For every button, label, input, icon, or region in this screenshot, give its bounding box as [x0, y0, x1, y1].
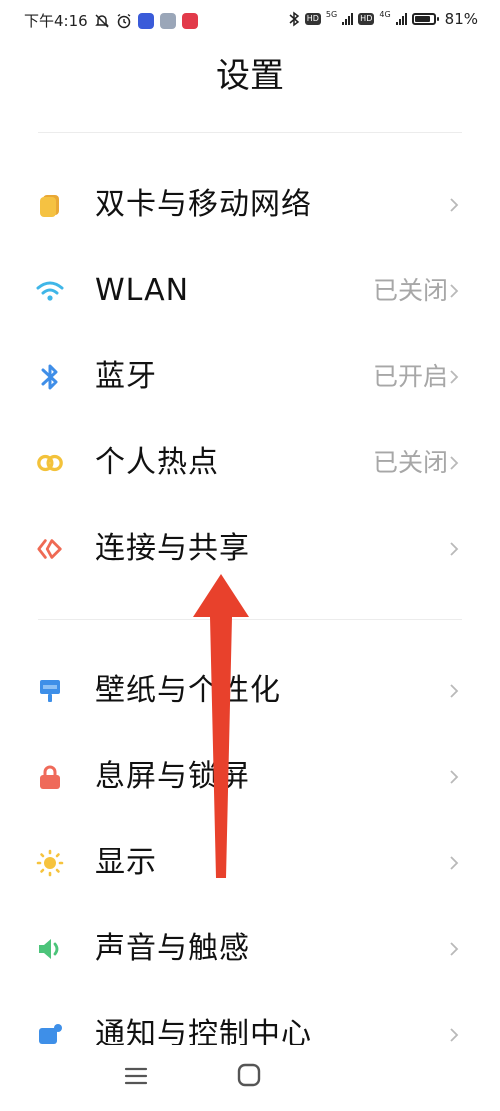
settings-item-dual-sim[interactable]: 双卡与移动网络	[0, 162, 500, 248]
settings-item-lock-screen[interactable]: 息屏与锁屏	[0, 734, 500, 820]
wallpaper-icon	[36, 677, 64, 705]
divider	[38, 619, 462, 620]
status-bar: 下午4:16 HD 5G HD 4G 81%	[0, 0, 500, 40]
status-time: 下午4:16	[24, 12, 88, 30]
bluetooth-icon	[36, 363, 64, 391]
chevron-right-icon	[450, 198, 459, 212]
chevron-right-icon	[450, 684, 459, 698]
settings-item-label: 壁纸与个性化	[95, 673, 281, 708]
settings-item-label: 个人热点	[95, 445, 219, 480]
wifi-icon	[36, 277, 64, 305]
chevron-right-icon	[450, 770, 459, 784]
battery-level	[414, 16, 430, 22]
app-notification-icon	[181, 12, 198, 29]
hd-badge: HD	[358, 13, 375, 25]
signal-icon	[395, 13, 407, 25]
chevron-right-icon	[450, 1028, 459, 1042]
chevron-right-icon	[450, 942, 459, 956]
settings-item-label: 双卡与移动网络	[95, 187, 312, 222]
chevron-right-icon	[450, 370, 459, 384]
divider	[38, 132, 462, 133]
network-type: 5G	[325, 10, 338, 19]
battery-percent: 81%	[444, 10, 478, 28]
settings-item-label: 显示	[95, 845, 157, 880]
page-title: 设置	[216, 56, 284, 96]
lock-icon	[36, 763, 64, 791]
chevron-right-icon	[450, 456, 459, 470]
alarm-icon	[117, 13, 131, 28]
chevron-right-icon	[450, 856, 459, 870]
hd-badge: HD	[304, 13, 321, 25]
settings-item-wlan[interactable]: WLAN 已关闭	[0, 248, 500, 334]
speaker-icon	[36, 935, 64, 963]
app-notification-icon	[159, 12, 176, 29]
settings-item-display[interactable]: 显示	[0, 820, 500, 906]
status-left: 下午4:16	[24, 10, 198, 31]
settings-item-value: 已开启	[372, 362, 448, 391]
settings-item-hotspot[interactable]: 个人热点 已关闭	[0, 420, 500, 506]
home-icon[interactable]	[236, 1062, 262, 1088]
share-icon	[36, 535, 64, 563]
settings-item-wallpaper[interactable]: 壁纸与个性化	[0, 648, 500, 734]
settings-item-label: WLAN	[95, 273, 190, 308]
status-right: HD 5G HD 4G 81%	[288, 10, 478, 28]
nav-bar	[0, 1045, 500, 1111]
settings-item-label: 息屏与锁屏	[95, 759, 250, 794]
mute-bell-icon	[94, 13, 109, 28]
menu-icon[interactable]	[123, 1063, 149, 1089]
hotspot-icon	[36, 449, 64, 477]
chevron-right-icon	[450, 284, 459, 298]
network-type: 4G	[379, 10, 391, 19]
chevron-right-icon	[450, 542, 459, 556]
settings-item-value: 已关闭	[372, 448, 448, 477]
sim-card-icon	[36, 191, 64, 219]
settings-item-bluetooth[interactable]: 蓝牙 已开启	[0, 334, 500, 420]
settings-item-connection-sharing[interactable]: 连接与共享	[0, 506, 500, 592]
settings-item-label: 连接与共享	[95, 531, 250, 566]
settings-item-label: 蓝牙	[95, 359, 157, 394]
settings-item-value: 已关闭	[372, 276, 448, 305]
signal-icon	[342, 13, 354, 25]
settings-item-label: 声音与触感	[95, 931, 250, 966]
battery-icon	[411, 13, 439, 25]
bluetooth-status-icon	[289, 11, 299, 27]
sun-icon	[36, 849, 64, 877]
app-notification-icon	[137, 12, 154, 29]
settings-item-sound[interactable]: 声音与触感	[0, 906, 500, 992]
